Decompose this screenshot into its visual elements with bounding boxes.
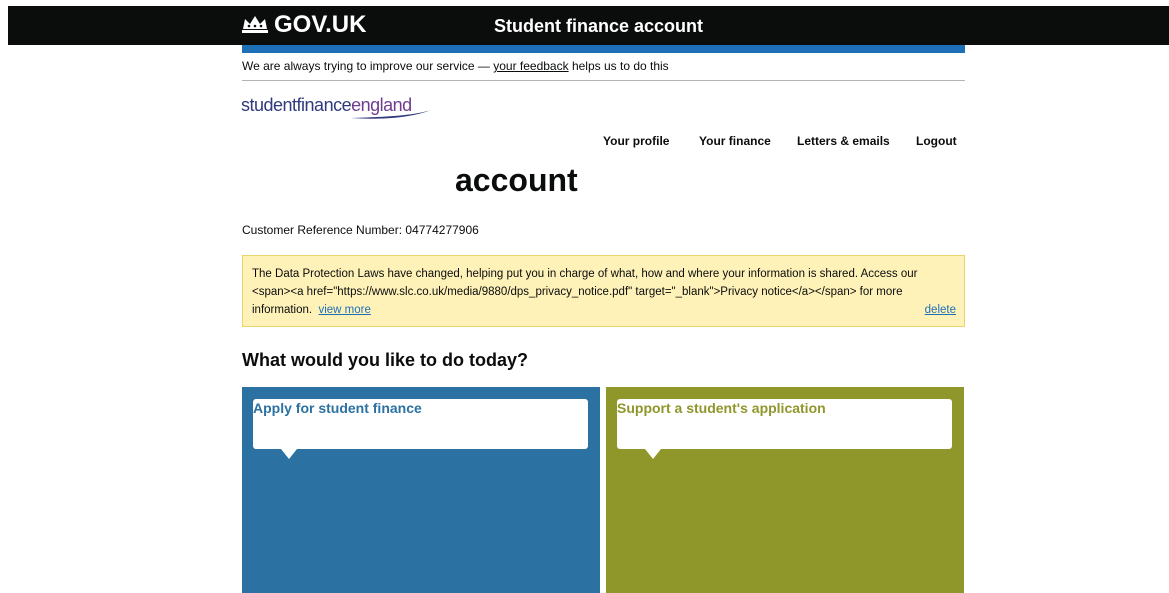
customer-reference: Customer Reference Number: 04774277906 (242, 222, 479, 238)
support-application-card[interactable]: Support a student's application (606, 387, 964, 593)
crn-value: 04774277906 (405, 223, 479, 237)
account-nav: Your profile Your finance Letters & emai… (560, 133, 965, 149)
govuk-logo-link[interactable]: GOV.UK (274, 10, 366, 40)
nav-your-profile[interactable]: Your profile (603, 133, 669, 149)
nav-your-finance[interactable]: Your finance (699, 133, 771, 149)
swoosh-logo-mark (351, 110, 431, 119)
page-title: account (455, 162, 578, 198)
data-protection-notice: The Data Protection Laws have changed, h… (242, 255, 965, 327)
feedback-banner: We are always trying to improve our serv… (242, 58, 965, 81)
nav-logout[interactable]: Logout (916, 133, 957, 149)
student-finance-england-logo[interactable]: studentfinanceengland (241, 94, 441, 124)
view-more-link[interactable]: view more (318, 304, 370, 316)
crn-label: Customer Reference Number: (242, 223, 403, 237)
support-application-link[interactable]: Support a student's application (617, 399, 826, 417)
crown-icon (242, 16, 268, 33)
brand-part-1: studentfinance (241, 95, 352, 115)
feedback-link[interactable]: your feedback (493, 59, 568, 73)
notice-text-block: The Data Protection Laws have changed, h… (252, 265, 942, 319)
speech-bubble-tail (645, 449, 661, 459)
header-accent-bar (242, 45, 965, 53)
feedback-suffix: helps us to do this (571, 59, 669, 73)
speech-bubble-tail (281, 449, 297, 459)
tasks-heading: What would you like to do today? (242, 350, 528, 370)
nav-letters-emails[interactable]: Letters & emails (797, 133, 890, 149)
feedback-prefix: We are always trying to improve our serv… (242, 59, 490, 73)
delete-notice-link[interactable]: delete (925, 301, 956, 319)
apply-for-finance-link[interactable]: Apply for student finance (253, 399, 422, 417)
apply-for-finance-card[interactable]: Apply for student finance (242, 387, 600, 593)
service-name-link[interactable]: Student finance account (494, 14, 703, 38)
